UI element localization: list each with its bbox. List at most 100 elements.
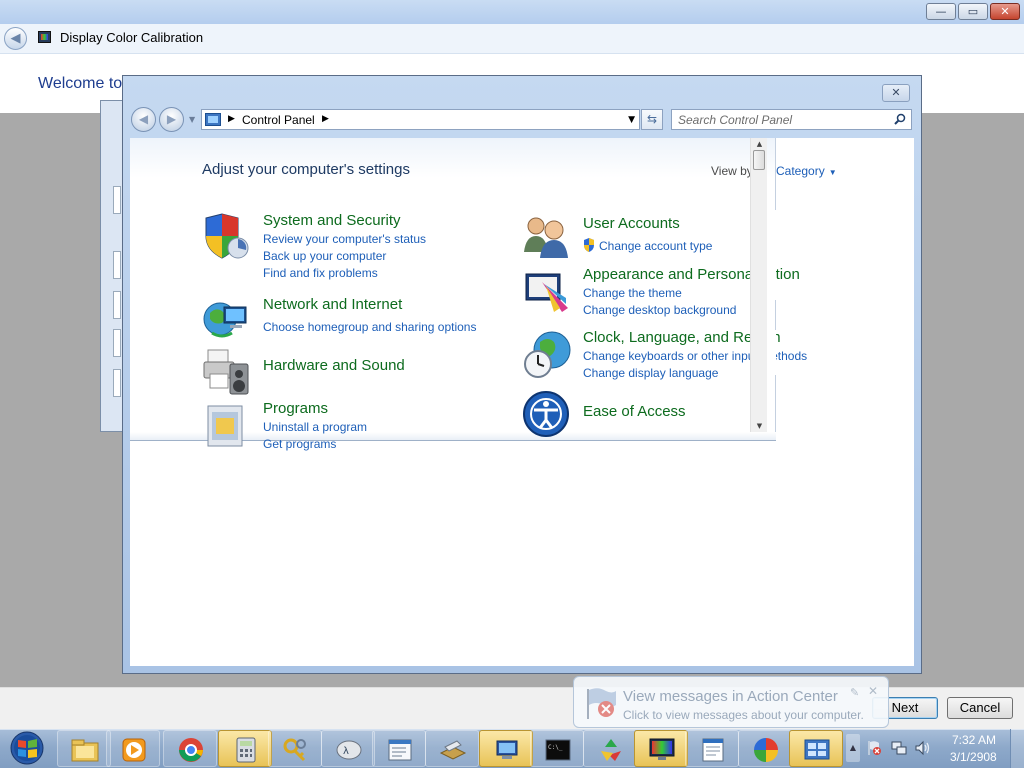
printer-speaker-icon [203, 349, 249, 395]
calculator-icon [236, 737, 256, 763]
content-scrollbar[interactable]: ▲ ▼ [750, 138, 767, 432]
breadcrumb-control-panel[interactable]: Control Panel [242, 113, 315, 127]
back-arrow-icon[interactable]: ◀ [4, 27, 27, 50]
color-ball-icon [754, 738, 778, 762]
taskbar-media-player[interactable] [106, 730, 160, 767]
clock-time[interactable]: 7:32 AM [952, 733, 996, 747]
start-orb-icon[interactable] [4, 730, 50, 767]
explorer-icon [71, 739, 99, 762]
taskbar-chrome[interactable] [163, 730, 217, 767]
link-change-theme[interactable]: Change the theme [583, 286, 682, 300]
recycle-icon [601, 739, 621, 761]
link-homegroup-sharing[interactable]: Choose homegroup and sharing options [263, 320, 476, 334]
search-box[interactable] [671, 109, 912, 130]
category-programs[interactable]: Programs [263, 400, 328, 417]
view-by-value[interactable]: Category [776, 164, 825, 178]
link-find-fix-problems[interactable]: Find and fix problems [263, 266, 378, 280]
search-icon[interactable] [894, 113, 906, 125]
taskbar-recycle[interactable] [583, 730, 637, 767]
link-display-language[interactable]: Change display language [583, 366, 718, 380]
taskbar-command-prompt[interactable]: C:\_ [530, 730, 584, 767]
search-input[interactable] [678, 112, 888, 127]
action-center-balloon[interactable]: View messages in Action Center Click to … [573, 676, 889, 728]
show-hidden-icons-button[interactable]: ▲ [846, 734, 860, 762]
taskbar-notepad[interactable] [372, 730, 426, 767]
show-desktop-button[interactable] [1010, 729, 1024, 768]
control-panel-icon [804, 739, 830, 760]
close-button[interactable]: ✕ [990, 3, 1020, 20]
taskbar-app[interactable]: λ [321, 730, 375, 767]
clock-date[interactable]: 3/1/2908 [950, 750, 997, 764]
link-review-status[interactable]: Review your computer's status [263, 232, 426, 246]
chrome-icon [179, 738, 203, 762]
link-uninstall-program[interactable]: Uninstall a program [263, 420, 367, 434]
svg-text:λ: λ [343, 746, 349, 757]
taskbar-explorer[interactable] [57, 730, 111, 767]
breadcrumb-separator-icon[interactable]: ▶ [228, 114, 235, 124]
uac-shield-icon [584, 238, 594, 252]
link-desktop-background[interactable]: Change desktop background [583, 303, 736, 317]
taskbar-document[interactable] [685, 730, 739, 767]
category-hardware-and-sound[interactable]: Hardware and Sound [263, 357, 405, 374]
command-prompt-icon: C:\_ [545, 739, 571, 761]
document-icon [702, 738, 724, 762]
scroll-up-arrow-icon[interactable]: ▲ [751, 138, 768, 150]
pin-icon[interactable]: ✎ [850, 686, 859, 699]
maximize-button[interactable]: ▭ [958, 3, 988, 20]
back-arrow-icon[interactable]: ◀ [131, 107, 156, 132]
category-ease-of-access[interactable]: Ease of Access [583, 403, 686, 420]
svg-text:C:\_: C:\_ [548, 744, 563, 751]
calibration-app-icon [38, 31, 51, 43]
refresh-button[interactable]: ⇆ [641, 109, 663, 130]
dcc-header: ◀ Display Color Calibration [0, 24, 1024, 54]
taskbar-keys[interactable] [268, 730, 322, 767]
link-get-programs[interactable]: Get programs [263, 437, 336, 451]
taskbar-color-ball[interactable] [738, 730, 792, 767]
view-by-dropdown[interactable]: Category ▼ [776, 164, 837, 178]
recent-pages-dropdown[interactable]: ▼ [189, 116, 197, 124]
cancel-button[interactable]: Cancel [947, 697, 1013, 719]
scanner-icon [439, 740, 467, 760]
action-center-tray-icon[interactable] [866, 740, 882, 756]
network-manager-icon [496, 740, 518, 759]
taskbar-monitor[interactable] [634, 730, 688, 767]
taskbar-calculator[interactable] [218, 730, 272, 767]
taskbar-control-panel[interactable] [789, 730, 843, 767]
breadcrumb-separator-icon[interactable]: ▶ [322, 114, 329, 124]
scroll-down-arrow-icon[interactable]: ▼ [751, 420, 768, 432]
minimize-button[interactable]: — [926, 3, 956, 20]
page-title: Adjust your computer's settings [202, 161, 410, 178]
notepad-icon [388, 739, 412, 761]
link-change-account-type[interactable]: Change account type [599, 239, 712, 253]
programs-icon [207, 405, 243, 447]
volume-icon[interactable] [914, 740, 930, 756]
clock-globe-icon [524, 331, 571, 378]
control-panel-close-button[interactable]: ✕ [882, 84, 910, 102]
app-icon: λ [336, 740, 362, 760]
address-dropdown-icon[interactable]: ▼ [628, 115, 635, 125]
balloon-close-icon[interactable]: ✕ [868, 684, 878, 698]
window-title: Display Color Calibration [60, 30, 204, 45]
address-bar[interactable]: ▶ Control Panel ▶ ▼ [201, 109, 640, 130]
balloon-title[interactable]: View messages in Action Center [623, 688, 838, 705]
ease-of-access-icon [523, 391, 569, 437]
category-user-accounts[interactable]: User Accounts [583, 215, 680, 232]
scroll-thumb[interactable] [753, 150, 765, 170]
monitor-icon [649, 738, 675, 760]
taskbar-network-manager[interactable] [479, 730, 533, 767]
appearance-icon [525, 273, 568, 312]
category-network-and-internet[interactable]: Network and Internet [263, 296, 402, 313]
control-panel-icon [205, 113, 221, 126]
taskbar-scanner[interactable] [425, 730, 479, 767]
keys-icon [283, 738, 306, 762]
action-center-flag-icon [587, 688, 616, 719]
users-icon [524, 217, 568, 258]
link-back-up[interactable]: Back up your computer [263, 249, 386, 263]
balloon-text[interactable]: Click to view messages about your comput… [623, 708, 864, 722]
network-tray-icon[interactable] [891, 740, 907, 756]
navigation-buttons: ◀ ▶ [131, 106, 197, 134]
category-system-and-security[interactable]: System and Security [263, 212, 401, 229]
forward-arrow-icon[interactable]: ▶ [159, 107, 184, 132]
media-player-icon [122, 738, 146, 762]
chevron-down-icon: ▼ [828, 168, 837, 177]
